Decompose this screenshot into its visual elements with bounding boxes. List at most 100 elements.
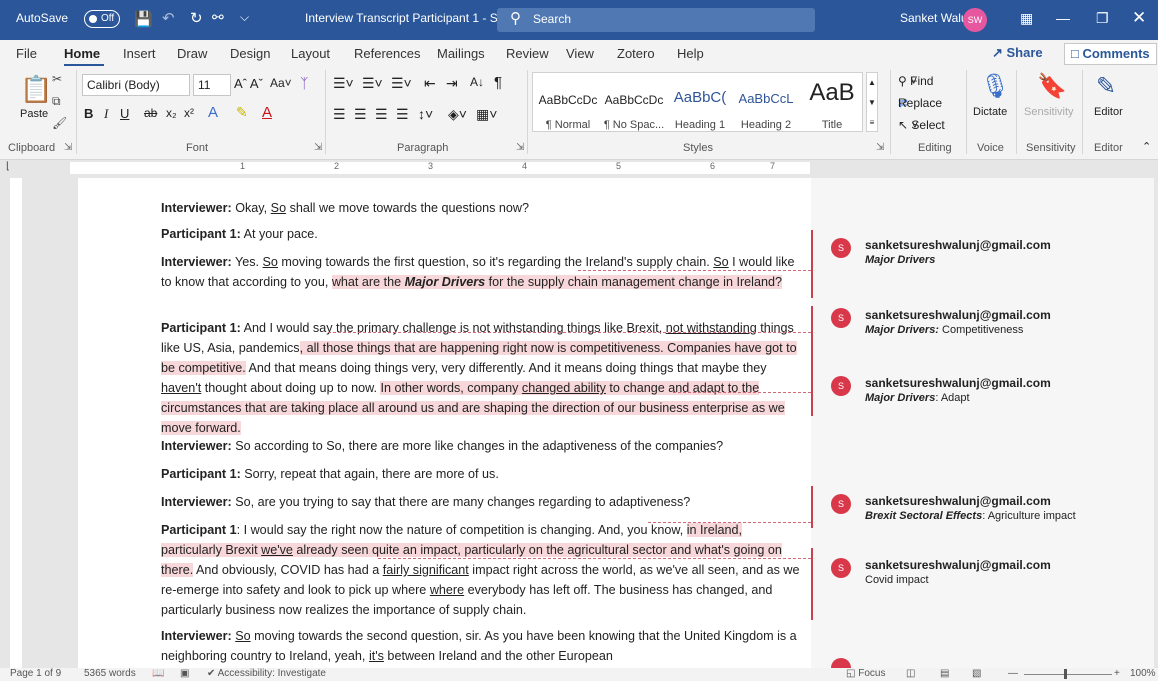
styles-launcher-icon[interactable]: ⇲ xyxy=(876,142,884,153)
paragraph[interactable]: Interviewer: So, are you trying to say t… xyxy=(161,492,801,512)
tab-file[interactable]: File xyxy=(16,46,37,61)
dictate-label[interactable]: Dictate xyxy=(973,106,1007,118)
bold-icon[interactable]: B xyxy=(84,106,93,121)
minimize-icon[interactable]: — xyxy=(1056,10,1070,26)
style-normal[interactable]: AaBbCcDc ¶ Normal xyxy=(535,81,601,131)
tab-view[interactable]: View xyxy=(566,46,594,61)
style-title[interactable]: AaB Title xyxy=(799,79,865,131)
zoom-in-icon[interactable]: + xyxy=(1114,668,1120,679)
underline-icon[interactable]: U xyxy=(120,106,129,121)
vertical-ruler[interactable] xyxy=(10,178,22,668)
search-input[interactable]: Search xyxy=(497,8,815,32)
italic-icon[interactable]: I xyxy=(104,106,108,122)
increase-indent-icon[interactable]: ⇥ xyxy=(446,75,458,92)
undo-icon[interactable]: ↶ xyxy=(162,9,175,27)
subscript-icon[interactable]: x₂ xyxy=(166,106,177,120)
tab-layout[interactable]: Layout xyxy=(291,46,330,61)
paragraph[interactable]: Interviewer: Yes. So moving towards the … xyxy=(161,252,801,292)
font-color-icon[interactable]: A xyxy=(262,104,272,121)
tab-home[interactable]: Home xyxy=(64,46,100,61)
justify-icon[interactable]: ☰ xyxy=(396,106,409,123)
dictate-icon[interactable]: 🎙 xyxy=(980,72,1010,101)
align-right-icon[interactable]: ☰ xyxy=(375,106,388,123)
document-page[interactable]: Interviewer: Okay, So shall we move towa… xyxy=(78,178,811,668)
collapse-ribbon-icon[interactable]: ⌃ xyxy=(1142,140,1151,153)
select-button[interactable]: ↖ Select ˅ xyxy=(898,118,945,132)
zoom-out-icon[interactable]: — xyxy=(1008,668,1018,679)
autosave-toggle[interactable]: Off xyxy=(84,10,120,28)
clipboard-launcher-icon[interactable]: ⇲ xyxy=(64,142,72,153)
tab-draw[interactable]: Draw xyxy=(177,46,207,61)
cut-icon[interactable]: ✂ xyxy=(52,72,62,86)
zoom-slider-thumb[interactable] xyxy=(1064,669,1067,679)
paragraph-launcher-icon[interactable]: ⇲ xyxy=(516,142,524,153)
clear-formatting-icon[interactable]: ᛉ xyxy=(300,75,308,91)
line-spacing-icon[interactable]: ↕˅ xyxy=(418,106,433,122)
paragraph[interactable]: Participant 1: Sorry, repeat that again,… xyxy=(161,464,801,484)
align-center-icon[interactable]: ☰ xyxy=(354,106,367,123)
zoom-level[interactable]: 100% xyxy=(1130,668,1156,679)
proofing-icon[interactable]: 📖 xyxy=(152,668,164,679)
tab-zotero[interactable]: Zotero xyxy=(617,46,655,61)
bullets-icon[interactable]: ☰˅ xyxy=(333,75,354,92)
style-heading-1[interactable]: AaBbC( Heading 1 xyxy=(667,81,733,131)
paste-label[interactable]: Paste xyxy=(20,108,48,120)
ribbon-display-icon[interactable]: ▦ xyxy=(1020,10,1033,27)
font-size-select[interactable]: 11 xyxy=(193,74,231,96)
copy-icon[interactable]: ⧉ xyxy=(52,94,61,109)
strikethrough-icon[interactable]: ab xyxy=(144,106,157,120)
read-mode-icon[interactable]: ◫ xyxy=(906,668,915,679)
word-count[interactable]: 5365 words xyxy=(84,668,136,679)
tab-design[interactable]: Design xyxy=(230,46,270,61)
style-no-spacing[interactable]: AaBbCcDc ¶ No Spac... xyxy=(601,81,667,131)
decrease-indent-icon[interactable]: ⇤ xyxy=(424,75,436,92)
customize-qat-icon[interactable]: ⌵ xyxy=(240,10,249,25)
find-button[interactable]: ⚲ Find ˅ xyxy=(898,74,933,88)
style-heading-2[interactable]: AaBbCcL Heading 2 xyxy=(733,81,799,131)
tab-help[interactable]: Help xyxy=(677,46,704,61)
editor-icon[interactable]: ✎ xyxy=(1096,72,1116,101)
tab-mailings[interactable]: Mailings xyxy=(437,46,485,61)
accessibility-status[interactable]: ✔ Accessibility: Investigate xyxy=(207,668,326,679)
save-icon[interactable]: 💾 xyxy=(134,10,153,28)
avatar[interactable]: SW xyxy=(963,8,987,32)
numbering-icon[interactable]: ☰˅ xyxy=(362,75,383,92)
tab-selector-icon[interactable]: ⌊ xyxy=(6,161,10,172)
multilevel-list-icon[interactable]: ☰˅ xyxy=(391,75,412,92)
restore-icon[interactable]: ❐ xyxy=(1096,10,1109,27)
focus-button[interactable]: ◱ Focus xyxy=(846,668,885,679)
comments-button[interactable]: □ Comments xyxy=(1064,43,1157,65)
paragraph[interactable]: Interviewer: So according to So, there a… xyxy=(161,436,801,456)
close-icon[interactable]: ✕ xyxy=(1132,8,1146,28)
macro-icon[interactable]: ▣ xyxy=(180,668,189,679)
font-launcher-icon[interactable]: ⇲ xyxy=(314,142,322,153)
show-marks-icon[interactable]: ¶ xyxy=(494,74,502,91)
align-left-icon[interactable]: ☰ xyxy=(333,106,346,123)
paragraph[interactable]: Interviewer: Okay, So shall we move towa… xyxy=(161,198,801,218)
sort-icon[interactable]: A↓ xyxy=(470,75,484,89)
paragraph[interactable]: Participant 1: I would say the right now… xyxy=(161,520,801,620)
web-layout-icon[interactable]: ▧ xyxy=(972,668,981,679)
superscript-icon[interactable]: x² xyxy=(184,106,194,120)
paragraph[interactable]: Interviewer: So moving towards the secon… xyxy=(161,626,801,666)
font-name-select[interactable]: Calibri (Body) xyxy=(82,74,190,96)
redo-icon[interactable]: ↻ xyxy=(190,9,203,27)
horizontal-ruler[interactable]: ⌊ 1 2 3 4 5 6 7 xyxy=(0,160,1158,176)
tab-insert[interactable]: Insert xyxy=(123,46,156,61)
format-painter-icon[interactable]: 🖌 xyxy=(52,116,67,130)
grow-font-icon[interactable]: Aˆ Aˇ xyxy=(234,76,263,91)
touch-mode-icon[interactable]: ⚯ xyxy=(212,9,224,26)
paste-icon[interactable]: 📋 xyxy=(20,74,52,105)
tab-review[interactable]: Review xyxy=(506,46,549,61)
zoom-slider[interactable] xyxy=(1024,674,1112,675)
page-count[interactable]: Page 1 of 9 xyxy=(10,668,61,679)
shading-icon[interactable]: ◈˅ xyxy=(448,106,467,123)
paragraph[interactable]: Participant 1: And I would say the prima… xyxy=(161,318,801,438)
text-effects-icon[interactable]: A xyxy=(208,104,218,121)
styles-scroll[interactable]: ▲ ▼ ≡ xyxy=(866,72,878,132)
editor-label[interactable]: Editor xyxy=(1094,106,1123,118)
tab-references[interactable]: References xyxy=(354,46,420,61)
print-layout-icon[interactable]: ▤ xyxy=(940,668,949,679)
share-button[interactable]: ↗ Share xyxy=(992,45,1043,67)
borders-icon[interactable]: ▦˅ xyxy=(476,106,497,123)
